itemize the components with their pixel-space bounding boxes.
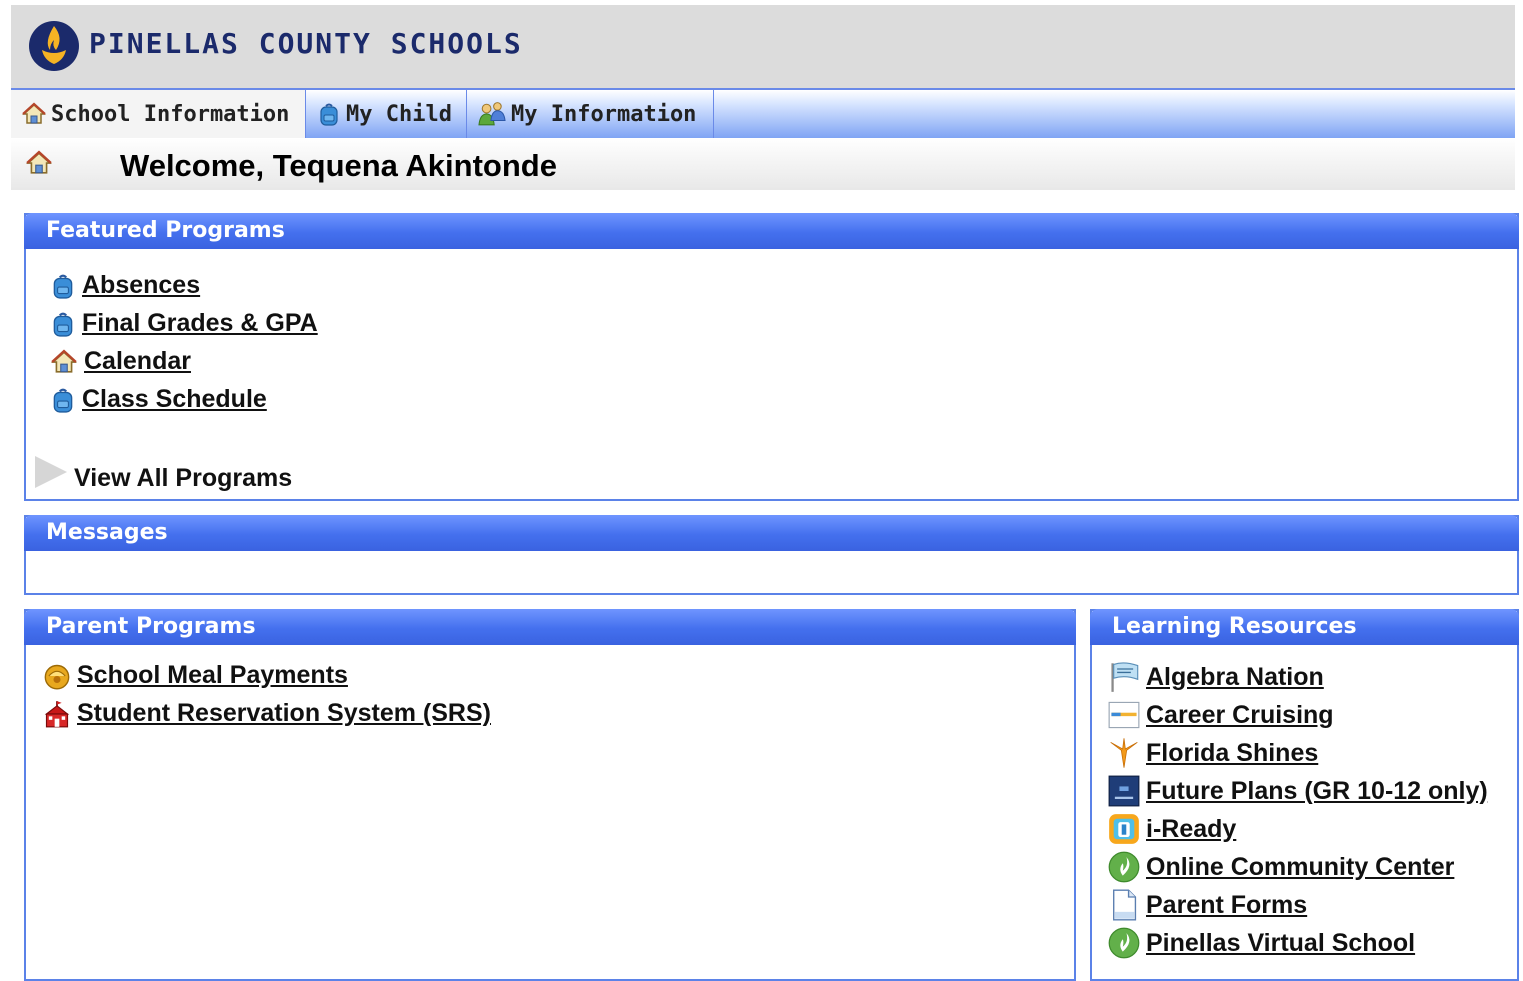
view-all-label: View All Programs bbox=[74, 464, 293, 492]
list-item: Online Community Center bbox=[1108, 851, 1454, 883]
panel-title: Featured Programs bbox=[24, 213, 1519, 249]
house-icon bbox=[50, 349, 78, 375]
list-item: Florida Shines bbox=[1108, 737, 1318, 769]
backpack-icon bbox=[50, 272, 76, 300]
people-icon bbox=[477, 101, 507, 127]
parent-programs-panel: Parent Programs School Meal Payments Stu… bbox=[24, 609, 1076, 981]
torch-logo-icon[interactable] bbox=[28, 20, 80, 72]
list-item: Algebra Nation bbox=[1108, 661, 1324, 693]
list-item: Career Cruising bbox=[1108, 699, 1334, 731]
panel-title: Messages bbox=[24, 515, 1519, 551]
iready-icon bbox=[1108, 813, 1140, 845]
parent-forms-link[interactable]: Parent Forms bbox=[1146, 891, 1307, 920]
tab-label: My Information bbox=[511, 101, 697, 127]
panel-title: Learning Resources bbox=[1090, 609, 1519, 645]
document-icon bbox=[1108, 889, 1140, 921]
list-item: Final Grades & GPA bbox=[50, 309, 318, 338]
srs-link[interactable]: Student Reservation System (SRS) bbox=[77, 699, 491, 728]
flag-icon bbox=[1108, 661, 1140, 693]
welcome-bar: Welcome, Tequena Akintonde bbox=[11, 138, 1515, 190]
backpack-icon bbox=[316, 102, 342, 126]
welcome-heading: Welcome, Tequena Akintonde bbox=[120, 148, 557, 183]
absences-link[interactable]: Absences bbox=[82, 271, 200, 300]
career-cruising-link[interactable]: Career Cruising bbox=[1146, 701, 1334, 730]
list-item: i-Ready bbox=[1108, 813, 1236, 845]
school-meal-payments-link[interactable]: School Meal Payments bbox=[77, 661, 348, 690]
florida-shines-link[interactable]: Florida Shines bbox=[1146, 739, 1318, 768]
list-item: Class Schedule bbox=[50, 385, 267, 414]
list-item: Parent Forms bbox=[1108, 889, 1307, 921]
schoolhouse-icon bbox=[43, 700, 71, 728]
site-header: PINELLAS COUNTY SCHOOLS bbox=[11, 5, 1515, 88]
list-item: Absences bbox=[50, 271, 200, 300]
house-icon bbox=[24, 150, 54, 176]
list-item: Student Reservation System (SRS) bbox=[43, 699, 491, 728]
list-item: Calendar bbox=[50, 347, 191, 376]
algebra-nation-link[interactable]: Algebra Nation bbox=[1146, 663, 1324, 692]
backpack-icon bbox=[50, 310, 76, 338]
tab-my-child[interactable]: My Child bbox=[306, 90, 467, 138]
tab-label: School Information bbox=[51, 101, 290, 127]
meal-icon bbox=[43, 662, 71, 690]
list-item: Future Plans (GR 10-12 only) bbox=[1108, 775, 1488, 807]
iready-link[interactable]: i-Ready bbox=[1146, 815, 1236, 844]
messages-panel: Messages bbox=[24, 515, 1519, 595]
panel-title: Parent Programs bbox=[24, 609, 1076, 645]
pcs-leaf-icon bbox=[1108, 927, 1140, 959]
career-icon bbox=[1108, 699, 1140, 731]
calendar-link[interactable]: Calendar bbox=[84, 347, 191, 376]
star-burst-icon bbox=[1108, 737, 1140, 769]
main-nav: School Information My Child My Informati… bbox=[11, 88, 1515, 138]
class-schedule-link[interactable]: Class Schedule bbox=[82, 385, 267, 414]
house-icon bbox=[21, 102, 47, 126]
list-item: Pinellas Virtual School bbox=[1108, 927, 1415, 959]
logo-text[interactable]: PINELLAS COUNTY SCHOOLS bbox=[89, 27, 523, 60]
featured-programs-panel: Featured Programs Absences Final Grades … bbox=[24, 213, 1519, 501]
view-all-programs-button[interactable]: View All Programs bbox=[34, 455, 292, 492]
tab-label: My Child bbox=[346, 101, 452, 127]
pcs-leaf-icon bbox=[1108, 851, 1140, 883]
tab-my-information[interactable]: My Information bbox=[467, 90, 714, 138]
online-community-center-link[interactable]: Online Community Center bbox=[1146, 853, 1454, 882]
future-plans-link[interactable]: Future Plans (GR 10-12 only) bbox=[1146, 777, 1488, 806]
list-item: School Meal Payments bbox=[43, 661, 348, 690]
backpack-icon bbox=[50, 386, 76, 414]
pinellas-virtual-school-link[interactable]: Pinellas Virtual School bbox=[1146, 929, 1415, 958]
tab-school-information[interactable]: School Information bbox=[11, 90, 306, 138]
future-plans-icon bbox=[1108, 775, 1140, 807]
play-arrow-icon bbox=[34, 455, 68, 489]
final-grades-link[interactable]: Final Grades & GPA bbox=[82, 309, 318, 338]
learning-resources-panel: Learning Resources Algebra Nation Career… bbox=[1090, 609, 1519, 981]
